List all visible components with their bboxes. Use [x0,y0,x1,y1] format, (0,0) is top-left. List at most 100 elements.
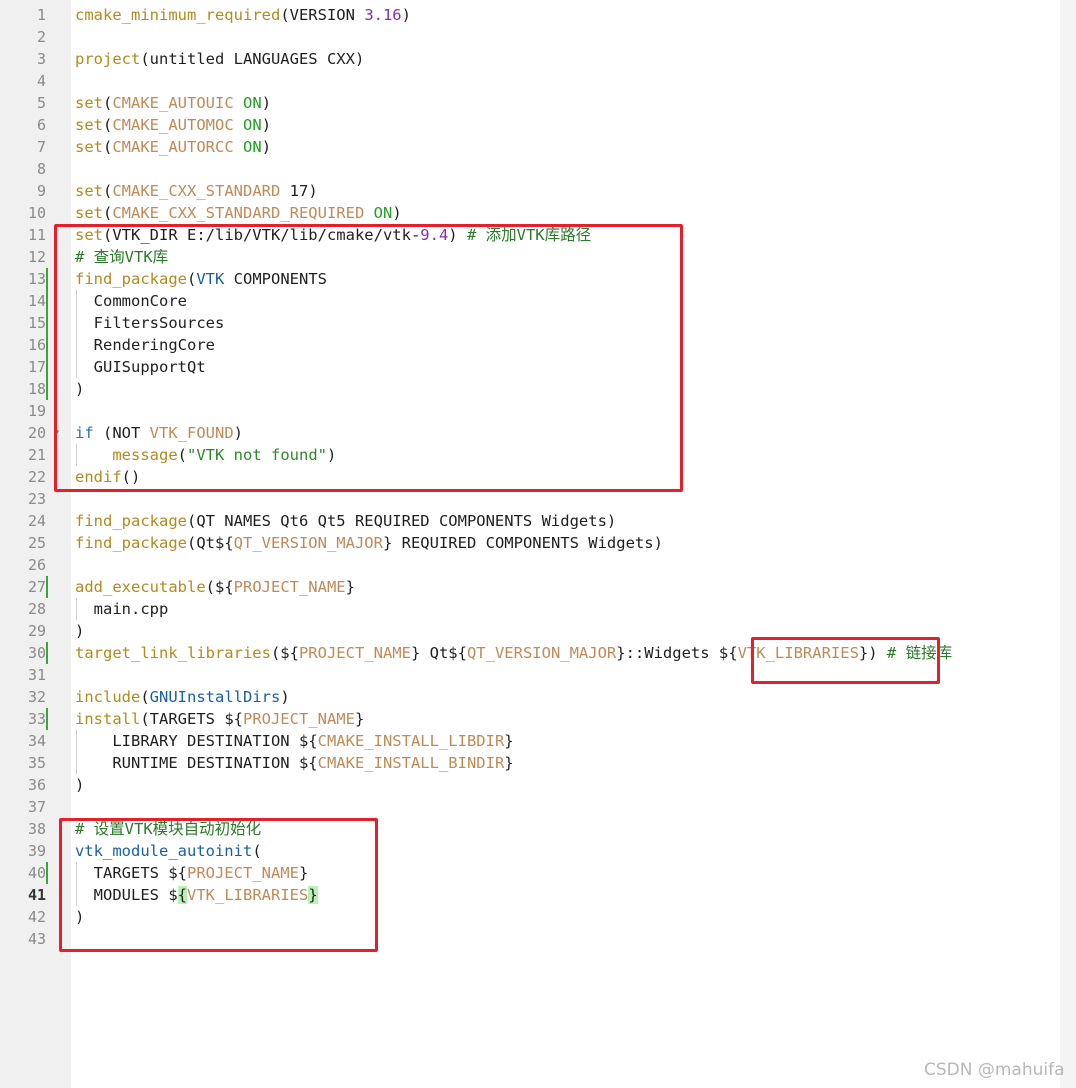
code-token: (untitled LANGUAGES CXX) [140,50,365,68]
line-number: 35 [27,754,46,772]
code-line[interactable]: cmake_minimum_required(VERSION 3.16) [75,4,411,26]
code-token: CMAKE_AUTOUIC [112,94,234,112]
modified-line-marker [46,576,48,598]
line-number: 43 [27,930,46,948]
line-number: 14 [27,292,46,310]
code-token: project [75,50,141,68]
code-line[interactable]: add_executable(${PROJECT_NAME} [75,576,355,598]
line-number: 6 [36,116,46,134]
code-token: set [75,182,103,200]
code-token: (${ [270,644,299,662]
line-number: 21 [27,446,46,464]
line-number: 39 [27,842,46,860]
code-token: install [75,710,141,728]
modified-line-marker [46,378,48,400]
code-line[interactable]: find_package(QT NAMES Qt6 Qt5 REQUIRED C… [75,510,616,532]
code-line[interactable]: set(CMAKE_AUTORCC ON) [75,136,271,158]
line-number: 11 [27,226,46,244]
code-line[interactable]: set(CMAKE_CXX_STANDARD 17) [75,180,318,202]
code-token: (TARGETS ${ [140,710,243,728]
code-token: 17) [280,182,318,200]
code-token: find_package [75,534,187,552]
code-token: main.cpp [75,600,169,618]
line-number: 40 [27,864,46,882]
code-token: set [75,204,103,222]
code-line[interactable]: ) [75,620,84,642]
code-token: set [75,138,103,156]
modified-line-marker [46,268,48,290]
line-number: 32 [27,688,46,706]
code-token: set [75,94,103,112]
code-token: ) [261,94,272,112]
code-token: ON [373,204,393,222]
line-number: 4 [36,72,46,90]
code-token: ) [401,6,411,24]
code-line[interactable]: set(CMAKE_AUTOUIC ON) [75,92,271,114]
code-token: ) [75,622,85,640]
code-token: ON [243,116,262,134]
code-line[interactable]: main.cpp [75,598,169,620]
line-number: 7 [36,138,46,156]
code-token: PROJECT_NAME [242,710,355,728]
code-line[interactable]: set(CMAKE_AUTOMOC ON) [75,114,271,136]
code-token: set [75,116,103,134]
line-number: 2 [36,28,46,46]
code-token: RUNTIME DESTINATION ${ [75,754,318,772]
line-number: 37 [27,798,46,816]
code-token: } [504,732,514,750]
code-line[interactable]: install(TARGETS ${PROJECT_NAME} [75,708,364,730]
code-token: (${ [205,578,234,596]
code-token: ( [140,688,150,706]
modified-line-marker [46,862,48,884]
code-token: } Qt${ [410,644,467,662]
code-token: }::Widgets ${ [616,644,738,662]
code-token: ( [103,116,113,134]
line-number: 28 [27,600,46,618]
line-number: 18 [27,380,46,398]
code-token: ( [103,204,113,222]
line-number: 12 [27,248,46,266]
code-token: ( [103,182,113,200]
code-token: LIBRARY DESTINATION ${ [75,732,318,750]
code-token: (QT NAMES Qt6 Qt5 REQUIRED COMPONENTS Wi… [186,512,617,530]
code-line[interactable]: RUNTIME DESTINATION ${CMAKE_INSTALL_BIND… [75,752,513,774]
code-token: find_package [75,512,187,530]
line-number: 19 [27,402,46,420]
line-number: 29 [27,622,46,640]
code-token: PROJECT_NAME [298,644,411,662]
modified-line-marker [46,312,48,334]
line-number: 41 [27,886,46,904]
highlight-box-autoinit [59,818,378,952]
line-number: 42 [27,908,46,926]
code-line[interactable]: find_package(Qt${QT_VERSION_MAJOR} REQUI… [75,532,663,554]
code-token: GNUInstallDirs [149,688,281,706]
code-token: ) [261,116,272,134]
line-number: 25 [27,534,46,552]
code-token: ( [103,94,113,112]
code-line[interactable]: set(CMAKE_CXX_STANDARD_REQUIRED ON) [75,202,402,224]
highlight-box-vtk-find [54,224,683,492]
line-number: 15 [27,314,46,332]
code-token: target_link_libraries [75,644,271,662]
code-line[interactable]: ) [75,774,84,796]
modified-line-marker [46,356,48,378]
line-number: 23 [27,490,46,508]
code-line[interactable]: project(untitled LANGUAGES CXX) [75,48,364,70]
code-token: QT_VERSION_MAJOR [233,534,383,552]
vertical-scrollbar[interactable] [1060,0,1076,1088]
code-token: CMAKE_AUTORCC [112,138,234,156]
code-token: ( [103,138,113,156]
line-number: 30 [27,644,46,662]
code-token: 3.16 [364,6,402,24]
line-number: 26 [27,556,46,574]
line-number: 38 [27,820,46,838]
code-line[interactable]: include(GNUInstallDirs) [75,686,290,708]
line-number: 20 [27,424,46,442]
line-number: 31 [27,666,46,684]
code-token: (VERSION [280,6,365,24]
code-line[interactable]: LIBRARY DESTINATION ${CMAKE_INSTALL_LIBD… [75,730,514,752]
indent-guide [76,598,77,620]
